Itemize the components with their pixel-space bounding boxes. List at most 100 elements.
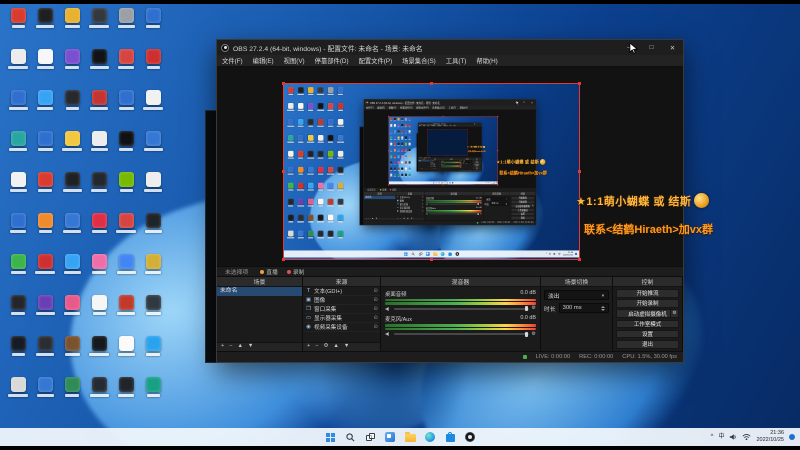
desktop-icon[interactable]	[87, 213, 111, 233]
desktop-icon[interactable]	[60, 172, 84, 192]
desktop-icon[interactable]	[87, 90, 111, 110]
menu-item[interactable]: 停靠部件(D)	[310, 56, 354, 65]
ime-indicator[interactable]: 中	[718, 434, 724, 440]
source-item[interactable]: ◉ 视频采集设备 ⊙	[303, 323, 380, 332]
menu-item[interactable]: 工具(T)	[441, 56, 472, 65]
desktop-icon[interactable]	[33, 377, 57, 397]
obs-icon[interactable]	[463, 430, 477, 444]
desktop-icon[interactable]	[33, 8, 57, 28]
desktop-icon[interactable]	[141, 8, 165, 28]
source-item[interactable]: ▭ 显示器采集 ⊙	[303, 314, 380, 323]
menu-item[interactable]: 场景集合(S)	[397, 56, 441, 65]
desktop-icon[interactable]	[60, 49, 84, 69]
remove-icon[interactable]: −	[229, 344, 232, 350]
add-icon[interactable]: +	[307, 344, 310, 350]
volume-slider[interactable]	[394, 331, 529, 337]
desktop-icon[interactable]	[114, 213, 138, 233]
move-down-icon[interactable]: ▼	[344, 344, 349, 350]
desktop-icon[interactable]	[60, 254, 84, 274]
volume-icon[interactable]	[729, 428, 737, 446]
control-button[interactable]: 退出	[616, 339, 679, 349]
desktop-icon[interactable]	[60, 213, 84, 233]
control-button[interactable]: 开始推流	[616, 289, 679, 298]
store-icon[interactable]	[443, 430, 457, 444]
desktop-icon[interactable]	[141, 172, 165, 192]
desktop-icon[interactable]	[141, 377, 165, 397]
channel-gear-icon[interactable]: ⚙	[532, 306, 536, 311]
desktop-icon[interactable]	[87, 131, 111, 151]
desktop-icon[interactable]	[6, 90, 30, 110]
desktop-icon[interactable]	[6, 254, 30, 274]
speaker-icon[interactable]	[385, 331, 391, 337]
desktop-icon[interactable]	[87, 254, 111, 274]
control-button[interactable]: 工作室模式	[616, 319, 679, 329]
control-button[interactable]: 启动虚拟摄像机 ⚙	[616, 309, 679, 318]
desktop-icon[interactable]	[87, 336, 111, 356]
move-up-icon[interactable]: ▲	[333, 344, 338, 350]
desktop-icon[interactable]	[6, 295, 30, 315]
desktop-icon[interactable]	[6, 49, 30, 69]
task-view-icon[interactable]	[363, 430, 377, 444]
desktop-icon[interactable]	[60, 295, 84, 315]
visibility-eye-icon[interactable]: ⊙	[374, 288, 378, 294]
file-explorer-icon[interactable]	[403, 430, 417, 444]
source-item[interactable]: ▣ 图像 ⊙	[303, 296, 380, 305]
desktop-icon[interactable]	[60, 336, 84, 356]
tray-chevron-icon[interactable]: ^	[711, 434, 714, 440]
edge-icon[interactable]	[423, 430, 437, 444]
desktop-icon[interactable]	[60, 90, 84, 110]
desktop-icon[interactable]	[114, 90, 138, 110]
desktop-icon[interactable]	[141, 295, 165, 315]
add-icon[interactable]: +	[221, 344, 224, 350]
visibility-eye-icon[interactable]: ⊙	[374, 297, 378, 303]
menu-item[interactable]: 编辑(E)	[248, 56, 279, 65]
visibility-eye-icon[interactable]: ⊙	[374, 324, 378, 330]
source-item[interactable]: ❐ 窗口采集 ⊙	[303, 305, 380, 314]
desktop-icon[interactable]	[114, 49, 138, 69]
desktop-icon[interactable]	[87, 172, 111, 192]
desktop-icon[interactable]	[6, 8, 30, 28]
desktop-icon[interactable]	[33, 295, 57, 315]
desktop-icon[interactable]	[141, 213, 165, 233]
sources-list[interactable]: T 文本(GDI+) ⊙ ▣ 图像 ⊙ ❐ 窗口采集 ⊙ ▭ 显示器采集 ⊙ ◉ 视频采集设备 ⊙	[303, 287, 380, 342]
desktop-icon[interactable]	[141, 336, 165, 356]
desktop-icon[interactable]	[114, 254, 138, 274]
desktop-icon[interactable]	[114, 8, 138, 28]
desktop-icon[interactable]	[141, 90, 165, 110]
widgets-icon[interactable]	[383, 430, 397, 444]
desktop-icon[interactable]	[87, 295, 111, 315]
search-icon[interactable]	[343, 430, 357, 444]
desktop-icon[interactable]	[6, 172, 30, 192]
wifi-icon[interactable]	[742, 428, 751, 446]
speaker-icon[interactable]	[385, 306, 391, 312]
clock[interactable]: 21:36 2022/10/25	[756, 430, 784, 443]
desktop-icon[interactable]	[6, 336, 30, 356]
control-button[interactable]: 开始录制	[616, 299, 679, 308]
desktop-icon[interactable]	[141, 254, 165, 274]
desktop-icon[interactable]	[33, 254, 57, 274]
desktop-icon[interactable]	[33, 172, 57, 192]
start-icon[interactable]	[323, 430, 337, 444]
desktop-icon[interactable]	[33, 213, 57, 233]
desktop-icon[interactable]	[87, 377, 111, 397]
maximize-button[interactable]: □	[641, 40, 662, 55]
scenes-list[interactable]: 未命名	[217, 287, 302, 342]
desktop-icon[interactable]	[33, 131, 57, 151]
desktop-icon[interactable]	[6, 377, 30, 397]
menu-item[interactable]: 文件(F)	[217, 56, 248, 65]
desktop-icon[interactable]	[87, 49, 111, 69]
desktop-icon[interactable]	[114, 377, 138, 397]
source-item[interactable]: T 文本(GDI+) ⊙	[303, 287, 380, 296]
desktop-icon[interactable]	[6, 213, 30, 233]
transition-duration-input[interactable]: 300 ms	[558, 303, 609, 313]
scene-item[interactable]: 未命名	[217, 287, 302, 296]
move-up-icon[interactable]: ▲	[237, 344, 242, 350]
desktop-icon[interactable]	[33, 336, 57, 356]
desktop-icon[interactable]	[114, 295, 138, 315]
desktop-icon[interactable]	[114, 131, 138, 151]
visibility-eye-icon[interactable]: ⊙	[374, 315, 378, 321]
desktop-icon[interactable]	[87, 8, 111, 28]
volume-slider[interactable]	[394, 306, 529, 312]
remove-icon[interactable]: −	[315, 344, 318, 350]
spinner-icon[interactable]	[601, 305, 605, 311]
